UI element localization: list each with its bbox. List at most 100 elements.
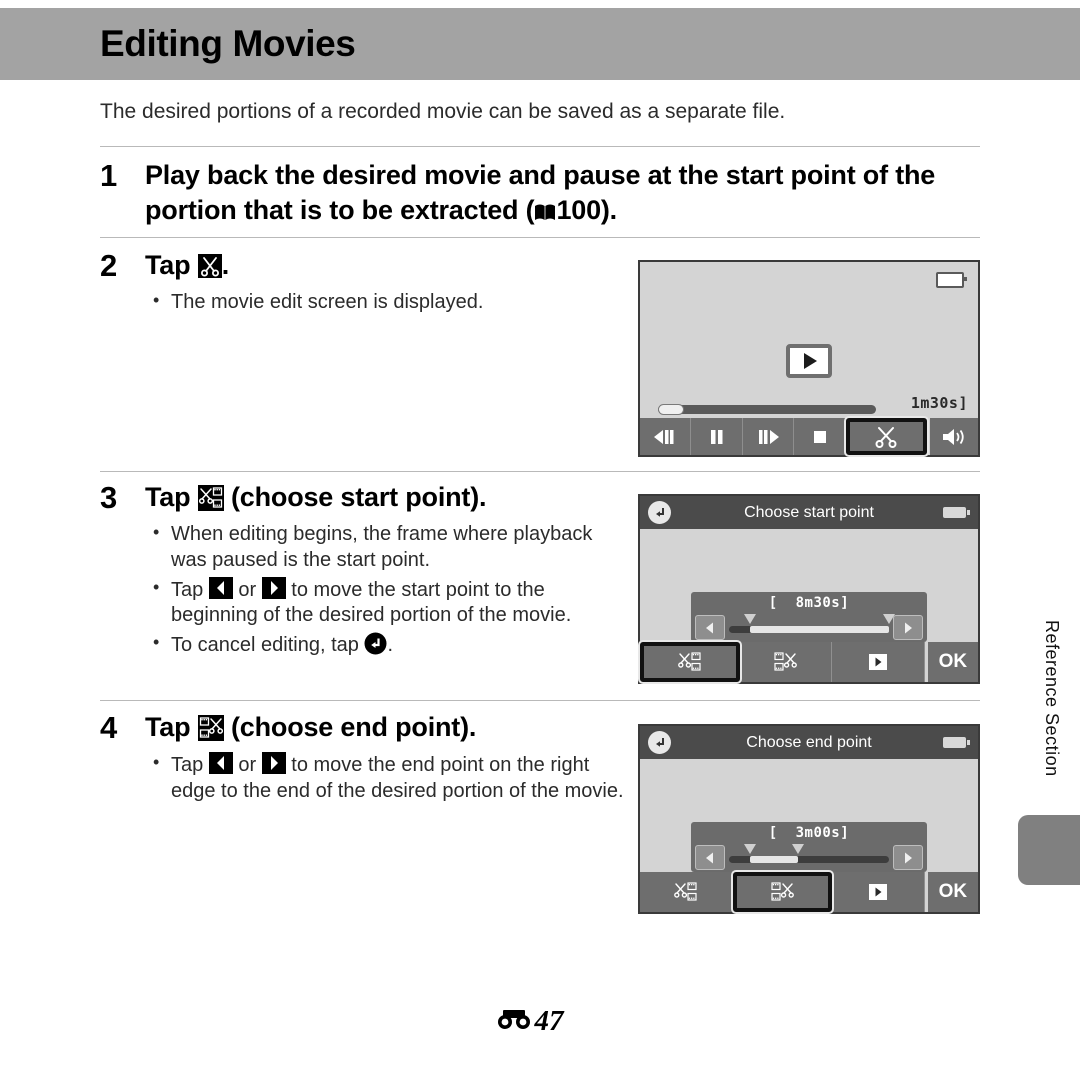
page-title: Editing Movies [100,23,356,64]
choose-end-point-button[interactable] [739,642,833,682]
screen-header: Choose start point [640,496,978,529]
choose-start-point-screen: Choose start point [ 8m30s] OK [638,494,980,684]
bracket-open: [ [768,595,778,611]
reference-symbol-icon [497,1007,533,1036]
screen-body: [ 8m30s] [640,529,978,642]
step-2-heading-text: Tap [145,250,198,280]
step-4-bullets: Tap or to move the end point on the righ… [145,751,630,805]
step-forward-button[interactable] [893,615,923,640]
trim-slider-row [691,614,927,642]
choose-start-point-button[interactable] [640,642,740,682]
step-3-heading: Tap (choose start point). [145,480,630,515]
bullet-text-lead: Tap [171,754,209,777]
bracket-open: [ [768,825,778,841]
ok-button[interactable]: OK [924,872,978,912]
step-4-heading: Tap (choose end point). [145,710,630,745]
step-back-button[interactable] [695,615,725,640]
play-icon[interactable] [786,344,832,378]
step-number: 1 [100,158,118,193]
step-1-page-ref: 100 [556,195,601,226]
scissors-icon [197,254,222,278]
bullet-item: The movie edit screen is displayed. [145,289,483,316]
advance-button[interactable] [743,418,795,455]
back-icon[interactable] [648,501,671,524]
step-4-heading-tail: (choose end point). [223,712,477,742]
edit-toolbar: OK [640,872,978,912]
left-arrow-icon [208,576,233,599]
start-marker[interactable] [743,614,756,624]
trim-panel: [ 3m00s] [691,822,927,872]
screen-title: Choose end point [746,733,872,751]
book-icon [534,203,556,222]
left-arrow-icon [208,752,233,775]
bracket-close: ] [840,825,850,841]
right-arrow-icon [261,576,286,599]
divider [100,471,980,472]
screen-title: Choose start point [744,503,874,521]
step-3-heading-tail: (choose start point). [223,482,487,512]
duration-value: 8m30s [795,595,841,611]
playback-control-bar [640,418,979,455]
play-triangle [804,353,817,369]
battery-full-icon [943,737,970,748]
step-number: 3 [100,480,118,515]
start-marker[interactable] [743,844,756,854]
section-tab [1018,815,1080,885]
back-icon [364,632,387,655]
scissors-button[interactable] [845,418,928,455]
preview-play-button[interactable] [832,872,925,912]
playback-duration: 1m30s] [911,394,968,412]
bullet-text-lead: Tap [171,578,209,601]
duration-value: 1m30s [910,394,959,412]
choose-end-point-screen: Choose end point [ 3m00s] OK [638,724,980,914]
choose-start-point-icon [197,485,224,511]
movie-playback-screen: 1m30s] [638,260,980,457]
bullet-item: To cancel editing, tap . [145,631,630,659]
trim-selection [749,626,889,633]
step-number: 4 [100,710,118,745]
step-2-bullets: The movie edit screen is displayed. [145,289,483,316]
screen-body: [ 3m00s] [640,759,978,872]
playback-progress-bar[interactable] [658,404,876,415]
preview-play-button[interactable] [832,642,925,682]
volume-button[interactable] [927,418,979,455]
back-icon[interactable] [648,731,671,754]
trim-duration: [ 3m00s] [691,825,927,841]
right-arrow-icon [261,752,286,775]
trim-selection [749,856,798,863]
rewind-button[interactable] [640,418,692,455]
trim-track[interactable] [729,844,889,863]
step-number: 2 [100,248,118,283]
progress-knob[interactable] [658,404,684,415]
battery-empty-icon [936,272,967,288]
page-footer: 47 [0,1005,1080,1038]
ok-button[interactable]: OK [924,642,978,682]
choose-start-point-button[interactable] [640,872,733,912]
choose-end-point-button[interactable] [732,872,833,912]
bullet-text-lead: To cancel editing, tap [171,634,365,657]
duration-value: 3m00s [795,825,841,841]
bracket-close: ] [958,394,968,412]
choose-end-point-icon [197,715,224,741]
divider [100,146,980,147]
bullet-item: Tap or to move the end point on the righ… [145,751,630,805]
divider [100,237,980,238]
step-4-heading-text: Tap [145,712,198,742]
page-number: 47 [534,1005,564,1037]
end-marker[interactable] [791,844,804,854]
stop-button[interactable] [794,418,846,455]
bullet-text-mid: or [232,578,262,601]
bullet-item: When editing begins, the frame where pla… [145,521,630,574]
step-forward-button[interactable] [893,845,923,870]
step-2-heading-tail: . [221,250,230,280]
step-1-heading: Play back the desired movie and pause at… [145,158,990,228]
step-back-button[interactable] [695,845,725,870]
step-3-heading-text: Tap [145,482,198,512]
bracket-close: ] [840,595,850,611]
trim-slider-row [691,844,927,872]
pause-button[interactable] [691,418,743,455]
trim-track[interactable] [729,614,895,633]
intro-text: The desired portions of a recorded movie… [100,100,786,123]
bullet-item: Tap or to move the start point to the be… [145,576,630,630]
bullet-text-tail: . [387,634,394,657]
